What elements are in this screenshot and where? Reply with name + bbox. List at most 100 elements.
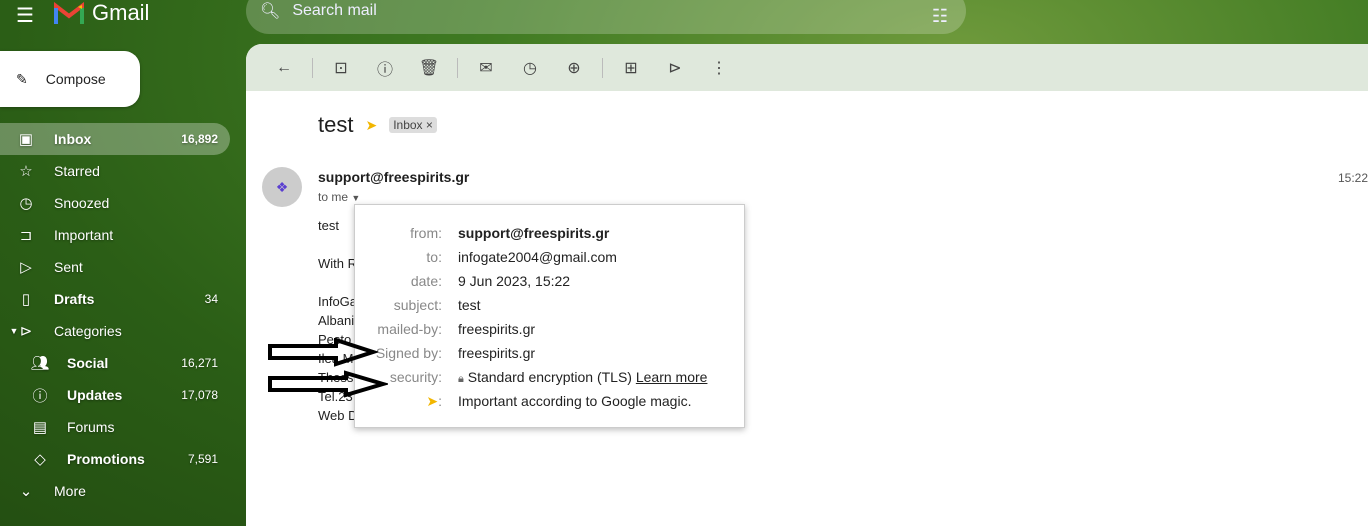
- detail-security: security: 🔒︎ Standard encryption (TLS) Le…: [355, 365, 744, 389]
- important-icon: ⊐: [19, 227, 33, 244]
- lock-icon: 🔒︎: [458, 372, 464, 385]
- count: 16,892: [181, 132, 218, 146]
- body-line: InfoGa: [318, 294, 358, 309]
- people-icon: 👥︎: [30, 355, 50, 372]
- label-icon[interactable]: ⊳: [653, 58, 697, 78]
- body-line: With R: [318, 256, 357, 271]
- count: 7,591: [187, 452, 218, 466]
- body-line: test: [318, 218, 339, 233]
- label: Promotions: [67, 451, 145, 467]
- delete-icon[interactable]: 🗑︎: [407, 58, 451, 78]
- draft-icon: ▯: [21, 291, 31, 308]
- detail-signed-by: Signed by: freespirits.gr: [355, 341, 744, 365]
- detail-mailed-by: mailed-by: freespirits.gr: [355, 317, 744, 341]
- compose-button[interactable]: ✎ Compose: [0, 51, 140, 107]
- inbox-label-chip[interactable]: Inbox ×: [389, 117, 437, 133]
- count: 34: [204, 292, 218, 306]
- label: Snoozed: [54, 195, 110, 211]
- label: Updates: [67, 387, 123, 403]
- star-icon: ☆: [19, 163, 33, 180]
- more-options-icon[interactable]: ⋮: [697, 58, 741, 78]
- label: Sent: [54, 259, 83, 275]
- label: Forums: [67, 419, 115, 435]
- sidebar-item-categories[interactable]: ▼ ⊳ Categories: [0, 315, 240, 347]
- hamburger-icon[interactable]: ☰: [16, 3, 34, 28]
- snooze-icon[interactable]: ◷: [508, 58, 552, 78]
- value: freespirits.gr: [458, 321, 536, 337]
- caret-down-icon[interactable]: ▼: [351, 193, 360, 203]
- tag-icon: ◇: [34, 451, 46, 468]
- remove-label-icon[interactable]: ×: [426, 118, 433, 132]
- body-line: Web D: [318, 408, 358, 423]
- label: More: [54, 483, 86, 499]
- search-options-icon[interactable]: ☷: [932, 6, 948, 27]
- value: 9 Jun 2023, 15:22: [458, 273, 571, 289]
- add-task-icon[interactable]: ⊕: [552, 58, 596, 78]
- divider: [457, 57, 458, 78]
- sidebar-item-sent[interactable]: ▷ Sent: [0, 251, 240, 283]
- key: date:: [410, 273, 442, 289]
- search-icon[interactable]: 🔍︎: [260, 1, 280, 21]
- value: infogate2004@gmail.com: [458, 249, 617, 265]
- report-spam-icon[interactable]: ⓘ: [363, 56, 407, 80]
- sidebar-item-social[interactable]: 👥︎ Social 16,271: [0, 347, 240, 379]
- annotation-arrow-signed-by: [268, 338, 378, 367]
- detail-importance: ➤: Important according to Google magic.: [355, 389, 744, 413]
- move-to-icon[interactable]: ⊞: [609, 58, 653, 78]
- label: Drafts: [54, 291, 95, 307]
- archive-icon[interactable]: ⊡: [319, 58, 363, 78]
- send-icon: ▷: [20, 259, 32, 276]
- count: 16,271: [181, 356, 218, 370]
- value: freespirits.gr: [458, 345, 536, 361]
- count: 17,078: [181, 388, 218, 402]
- message-toolbar: ← ⊡ ⓘ 🗑︎ ✉ ◷ ⊕ ⊞ ⊳ ⋮: [246, 44, 1368, 91]
- divider: [312, 57, 313, 78]
- sender-avatar[interactable]: ❖: [262, 167, 302, 207]
- sidebar-item-more[interactable]: ⌄ More: [0, 475, 240, 507]
- key: to:: [426, 249, 442, 265]
- key: subject:: [393, 297, 442, 313]
- detail-subject: subject: test: [355, 293, 744, 317]
- gmail-logo[interactable]: Gmail: [54, 0, 149, 26]
- divider: [602, 57, 603, 78]
- sidebar-item-starred[interactable]: ☆ Starred: [0, 155, 240, 187]
- label: Inbox: [54, 131, 92, 147]
- forum-icon: ▤: [32, 419, 48, 436]
- detail-to: to: infogate2004@gmail.com: [355, 245, 744, 269]
- sidebar-item-important[interactable]: ⊐ Important: [0, 219, 240, 251]
- important-marker-icon: ➤: [426, 392, 439, 409]
- value: support@freespirits.gr: [458, 225, 610, 241]
- message-details-popup: from: support@freespirits.gr to: infogate2…: [354, 204, 745, 428]
- sidebar: ▣ Inbox 16,892 ☆ Starred ◷ Snoozed ⊐ Importan…: [0, 123, 240, 507]
- sidebar-item-drafts[interactable]: ▯ Drafts 34: [0, 283, 240, 315]
- learn-more-link[interactable]: Learn more: [636, 369, 708, 385]
- sidebar-item-snoozed[interactable]: ◷ Snoozed: [0, 187, 240, 219]
- sender-email[interactable]: support@freespirits.gr: [318, 169, 469, 185]
- sidebar-item-inbox[interactable]: ▣ Inbox 16,892: [0, 123, 230, 155]
- chevron-down-icon: ⌄: [19, 483, 33, 500]
- sidebar-item-promotions[interactable]: ◇ Promotions 7,591: [0, 443, 240, 475]
- sidebar-item-forums[interactable]: ▤ Forums: [0, 411, 240, 443]
- message-view: ← ⊡ ⓘ 🗑︎ ✉ ◷ ⊕ ⊞ ⊳ ⋮ test ➤ Inbox × ❖ su…: [246, 44, 1368, 526]
- sidebar-item-updates[interactable]: ⓘ Updates 17,078: [0, 379, 240, 411]
- recipient-summary[interactable]: to me ▼: [318, 190, 360, 204]
- info-icon: ⓘ: [32, 387, 48, 405]
- pencil-icon: ✎: [16, 70, 28, 87]
- annotation-arrow-security: [268, 370, 388, 398]
- value: Standard encryption (TLS): [467, 368, 632, 385]
- search-placeholder: Search mail: [292, 2, 377, 19]
- mark-unread-icon[interactable]: ✉: [464, 58, 508, 78]
- key: from:: [410, 225, 442, 241]
- label: Important: [54, 227, 114, 243]
- subject-text: test: [318, 112, 354, 137]
- key: :: [438, 392, 442, 409]
- value: test: [458, 297, 481, 313]
- label-icon: ⊳: [19, 323, 33, 340]
- important-marker-icon[interactable]: ➤: [365, 117, 377, 134]
- search-input[interactable]: 🔍︎ Search mail ☷: [246, 0, 966, 34]
- email-subject: test ➤ Inbox ×: [318, 112, 437, 138]
- app-name: Gmail: [92, 0, 150, 25]
- body-line: Albani: [318, 313, 355, 328]
- back-icon[interactable]: ←: [262, 59, 306, 77]
- compose-label: Compose: [45, 71, 106, 87]
